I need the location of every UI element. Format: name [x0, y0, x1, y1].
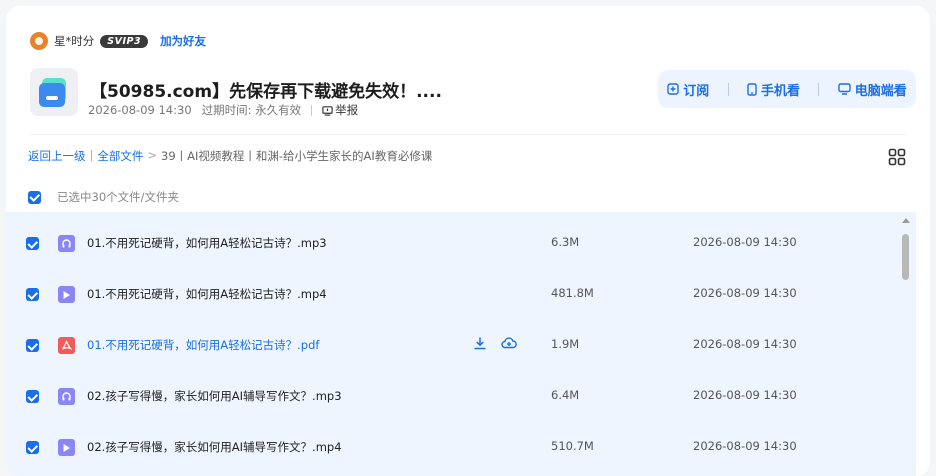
file-checkbox[interactable]: [26, 237, 39, 250]
scrollbar-thumb[interactable]: [902, 234, 909, 280]
desktop-view-label: 电脑端看: [854, 83, 907, 99]
report-label: 举报: [335, 103, 359, 117]
subscribe-icon: [667, 83, 679, 95]
share-folder-icon: [30, 68, 78, 116]
file-date: 2026-08-09 14:30: [693, 388, 797, 402]
breadcrumb-all-files[interactable]: 全部文件: [97, 148, 143, 164]
file-row[interactable]: 02.孩子写得慢，家长如何用AI辅导写作文？.mp4 510.7M 2026-0…: [6, 422, 896, 473]
file-row[interactable]: 01.不用死记硬背，如何用A轻松记古诗？.mp3 6.3M 2026-08-09…: [6, 218, 896, 269]
file-date: 2026-08-09 14:30: [693, 286, 797, 300]
file-size: 6.3M: [551, 235, 580, 249]
save-to-cloud-icon[interactable]: [501, 336, 517, 350]
monitor-icon: [838, 83, 851, 95]
mobile-view-label: 手机看: [760, 83, 800, 99]
select-all-bar: 已选中30个文件/文件夹: [28, 189, 179, 205]
select-all-checkbox[interactable]: [28, 190, 41, 204]
share-expire: 过期时间: 永久有效: [201, 103, 302, 117]
subscribe-button[interactable]: 订阅: [667, 80, 709, 99]
file-size: 6.4M: [551, 388, 580, 402]
video-file-icon: [58, 286, 75, 303]
scroll-up-arrow-icon[interactable]: [902, 218, 910, 223]
download-icon[interactable]: [473, 336, 487, 350]
row-actions: [473, 336, 517, 350]
pdf-file-icon: [58, 337, 75, 354]
subscribe-label: 订阅: [683, 83, 710, 99]
vip-badge: SVIP3: [100, 34, 149, 48]
file-name[interactable]: 01.不用死记硬背，如何用A轻松记古诗？.pdf: [87, 337, 319, 353]
action-divider: [818, 82, 820, 96]
grid-view-icon[interactable]: [888, 148, 906, 166]
file-row[interactable]: 01.不用死记硬背，如何用A轻松记古诗？.pdf 1.9M 2026-08-09…: [6, 320, 896, 371]
file-name[interactable]: 01.不用死记硬背，如何用A轻松记古诗？.mp4: [87, 286, 327, 302]
breadcrumb-divider: |: [89, 148, 94, 162]
meta-divider: [311, 104, 313, 116]
file-date: 2026-08-09 14:30: [693, 235, 797, 249]
file-checkbox[interactable]: [26, 390, 39, 403]
mobile-view-button[interactable]: 手机看: [747, 80, 800, 99]
report-button[interactable]: 举报: [322, 102, 358, 118]
file-row[interactable]: 02.孩子写得慢，家长如何用AI辅导写作文？.mp3 6.4M 2026-08-…: [6, 371, 896, 422]
file-list: 01.不用死记硬背，如何用A轻松记古诗？.mp3 6.3M 2026-08-09…: [6, 212, 916, 476]
file-checkbox[interactable]: [26, 339, 39, 352]
sharer-name[interactable]: 星*时分: [54, 33, 94, 49]
file-date: 2026-08-09 14:30: [693, 337, 797, 351]
share-meta: 2026-08-09 14:30 过期时间: 永久有效 举报: [88, 102, 358, 118]
file-size: 481.8M: [551, 286, 594, 300]
file-size: 510.7M: [551, 439, 594, 453]
add-friend-link[interactable]: 加为好友: [160, 33, 206, 49]
audio-file-icon: [58, 235, 75, 252]
video-file-icon: [58, 439, 75, 456]
file-date: 2026-08-09 14:30: [693, 439, 797, 453]
phone-icon: [747, 82, 757, 96]
file-row[interactable]: 01.不用死记硬背，如何用A轻松记古诗？.mp4 481.8M 2026-08-…: [6, 269, 896, 320]
breadcrumb-current: 39丨AI视频教程丨和渊-给小学生家长的AI教育必修课: [161, 149, 433, 163]
share-actions: 订阅 手机看 电脑端看: [658, 70, 916, 108]
desktop-view-button[interactable]: 电脑端看: [838, 80, 907, 99]
share-title: 【50985.com】先保存再下载避免失效！....: [90, 82, 442, 102]
selection-count: 已选中30个文件/文件夹: [57, 190, 180, 204]
audio-file-icon: [58, 388, 75, 405]
file-name[interactable]: 02.孩子写得慢，家长如何用AI辅导写作文？.mp4: [87, 439, 342, 455]
action-divider: [727, 82, 729, 96]
breadcrumb-back[interactable]: 返回上一级: [28, 148, 86, 164]
share-panel: 星*时分 SVIP3 加为好友 【50985.com】先保存再下载避免失效！..…: [6, 6, 930, 476]
breadcrumb-separator: >: [147, 148, 158, 162]
header-divider: [30, 134, 906, 135]
file-checkbox[interactable]: [26, 441, 39, 454]
file-list-scrollbar[interactable]: [899, 212, 913, 476]
sharer-info: 星*时分 SVIP3 加为好友: [30, 30, 206, 52]
sharer-avatar[interactable]: [30, 32, 48, 50]
share-date: 2026-08-09 14:30: [88, 103, 192, 117]
file-name[interactable]: 02.孩子写得慢，家长如何用AI辅导写作文？.mp3: [87, 388, 342, 404]
file-size: 1.9M: [551, 337, 580, 351]
file-checkbox[interactable]: [26, 288, 39, 301]
file-name[interactable]: 01.不用死记硬背，如何用A轻松记古诗？.mp3: [87, 235, 327, 251]
breadcrumb: 返回上一级 | 全部文件 > 39丨AI视频教程丨和渊-给小学生家长的AI教育必…: [28, 148, 432, 164]
report-icon: [322, 105, 333, 116]
